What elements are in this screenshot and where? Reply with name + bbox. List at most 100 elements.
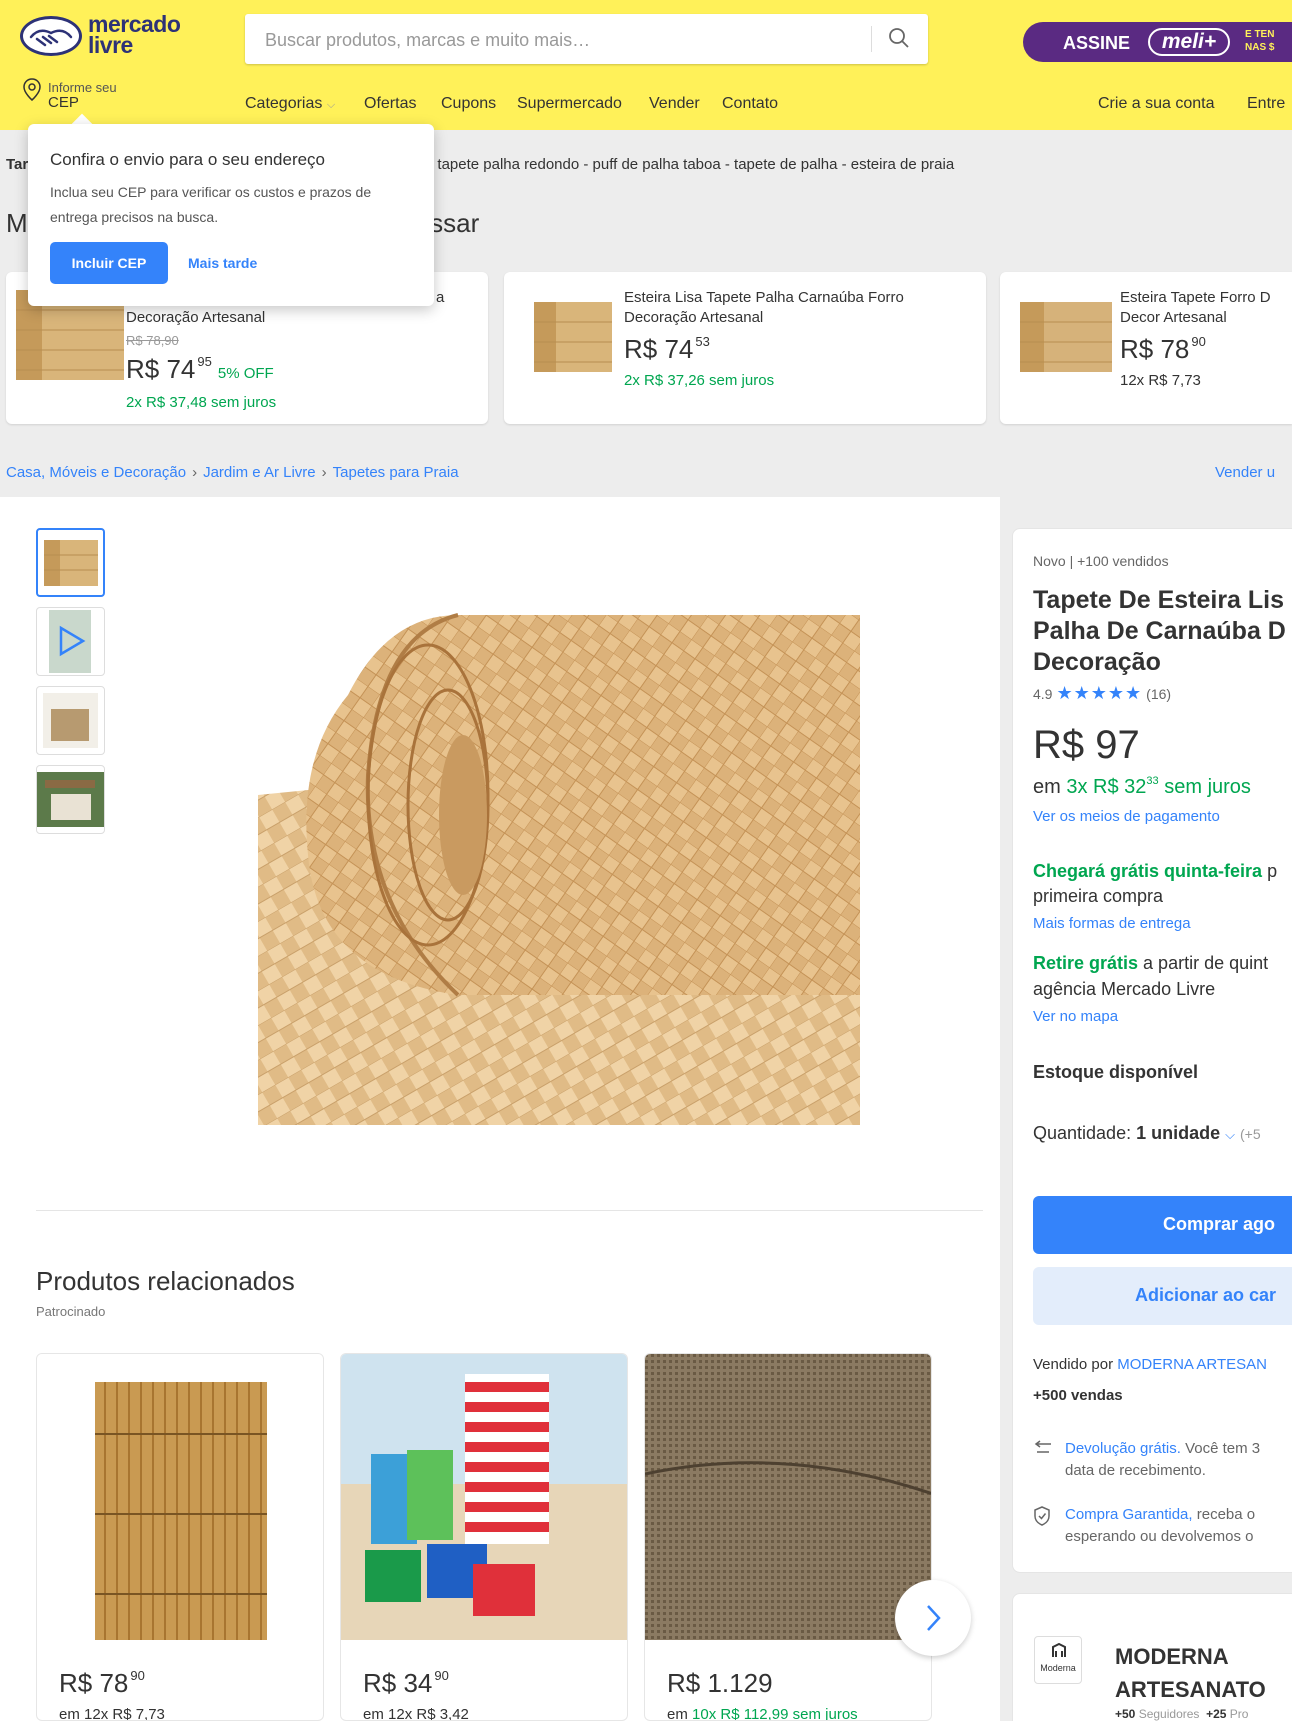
product-image bbox=[37, 1354, 323, 1640]
sold-by: Vendido por MODERNA ARTESAN bbox=[1033, 1356, 1268, 1373]
banner-small-line2: NAS $ bbox=[1245, 42, 1275, 53]
suggested-card[interactable]: Esteira Tapete Forro D Decor Artesanal R$… bbox=[1000, 272, 1292, 424]
related-searches-list[interactable]: lo - tapete palha redondo - puff de palh… bbox=[412, 156, 954, 173]
thumbnail-3[interactable] bbox=[36, 686, 105, 755]
related-product-card[interactable]: R$ 34 90 em 12x R$ 3,42 bbox=[340, 1353, 628, 1721]
seller-logo[interactable]: Moderna bbox=[1034, 1636, 1082, 1684]
breadcrumb-item[interactable]: Casa, Móveis e Decoração bbox=[6, 464, 186, 481]
thumbnail-image bbox=[43, 693, 98, 748]
suggested-price: R$ 74 955% OFF bbox=[126, 354, 274, 384]
nav-supermercado[interactable]: Supermercado bbox=[517, 95, 622, 113]
add-to-cart-button[interactable]: Adicionar ao car bbox=[1033, 1267, 1292, 1325]
include-cep-button[interactable]: Incluir CEP bbox=[50, 242, 168, 284]
suggested-card[interactable]: Esteira Lisa Tapete Palha Carnaúba Forro… bbox=[504, 272, 986, 424]
installments: em 12x R$ 3,42 bbox=[363, 1706, 469, 1721]
seller-link[interactable]: MODERNA ARTESAN bbox=[1117, 1356, 1267, 1373]
related-products-title: Produtos relacionados bbox=[36, 1266, 295, 1296]
mercado-livre-logo[interactable]: mercado livre bbox=[20, 13, 190, 64]
popup-title: Confira o envio para o seu endereço bbox=[50, 150, 326, 169]
pickup-info: Retire grátis a partir de quint bbox=[1033, 953, 1269, 973]
breadcrumb: Casa, Móveis e Decoração › Jardim e Ar Liv… bbox=[6, 464, 459, 481]
assine-label: ASSINE bbox=[1063, 33, 1131, 53]
product-image bbox=[1012, 292, 1120, 382]
chevron-right-icon: › bbox=[321, 464, 327, 481]
chevron-right-icon: › bbox=[192, 464, 198, 481]
condition-sold: Novo | +100 vendidos bbox=[1033, 553, 1169, 569]
nav-ofertas[interactable]: Ofertas bbox=[364, 95, 416, 113]
related-product-card[interactable]: R$ 1.129 em 10x R$ 112,99 sem juros bbox=[644, 1353, 932, 1721]
installments: em 3x R$ 3233 sem juros bbox=[1033, 775, 1251, 798]
thumbnail-1[interactable] bbox=[36, 528, 105, 597]
cep-value: CEP bbox=[48, 94, 79, 111]
old-price: R$ 78,90 bbox=[126, 333, 179, 348]
header: mercado livre Buscar produtos, marcas e … bbox=[0, 0, 1292, 130]
search-icon[interactable] bbox=[888, 27, 910, 54]
suggested-title-fragment: a bbox=[436, 289, 445, 306]
product-title: Tapete De Esteira Lis Palha De Carnaúba … bbox=[1033, 586, 1286, 676]
map-link[interactable]: Ver no mapa bbox=[1033, 1008, 1118, 1025]
product-image bbox=[516, 292, 624, 382]
review-count: (16) bbox=[1146, 686, 1172, 702]
related-searches-label: Tar bbox=[6, 156, 29, 173]
later-button[interactable]: Mais tarde bbox=[188, 255, 257, 271]
nav-contato[interactable]: Contato bbox=[722, 95, 778, 113]
thumbnail-4[interactable] bbox=[36, 765, 105, 834]
related-price: R$ 78 90 bbox=[59, 1668, 145, 1698]
carousel-next-button[interactable] bbox=[895, 1580, 971, 1656]
related-price: R$ 1.129 bbox=[667, 1668, 773, 1698]
search-divider bbox=[871, 26, 872, 52]
product-image bbox=[341, 1354, 627, 1640]
divider bbox=[36, 1210, 983, 1211]
play-icon bbox=[49, 610, 91, 673]
product-image bbox=[645, 1354, 931, 1640]
installments: 12x R$ 7,73 bbox=[1120, 372, 1201, 389]
pickup-info-line2: agência Mercado Livre bbox=[1033, 979, 1216, 999]
installments: 2x R$ 37,26 sem juros bbox=[624, 372, 775, 389]
product-price: R$ 97 bbox=[1033, 723, 1140, 767]
logo-text-line2: livre bbox=[88, 32, 133, 58]
installments: em 10x R$ 112,99 sem juros bbox=[667, 1706, 858, 1721]
search-placeholder: Buscar produtos, marcas e muito mais… bbox=[265, 30, 591, 50]
cep-label: Informe seu bbox=[48, 80, 117, 95]
breadcrumb-item[interactable]: Jardim e Ar Livre bbox=[203, 464, 316, 481]
delivery-info: Chegará grátis quinta-feira p bbox=[1033, 861, 1278, 881]
rating[interactable]: 4.9 ★★★★★ (16) bbox=[1033, 683, 1171, 704]
guarantee-info: Compra Garantida, receba o bbox=[1065, 1506, 1256, 1523]
seller-logo-icon bbox=[1052, 1643, 1066, 1657]
suggested-price: R$ 74 53 bbox=[624, 334, 710, 364]
shield-check-icon bbox=[1033, 1506, 1051, 1531]
chevron-down-icon: ⌵ bbox=[1225, 1127, 1235, 1142]
guarantee-info-line2: esperando ou devolvemos o bbox=[1065, 1528, 1254, 1545]
suggested-title: Decoração Artesanal bbox=[126, 309, 266, 326]
delivery-options-link[interactable]: Mais formas de entrega bbox=[1033, 915, 1191, 932]
seller-logo-text: Moderna bbox=[1040, 1663, 1076, 1673]
stock-status: Estoque disponível bbox=[1033, 1062, 1199, 1082]
search-input[interactable]: Buscar produtos, marcas e muito mais… bbox=[245, 14, 928, 64]
installments: em 12x R$ 7,73 bbox=[59, 1706, 165, 1721]
sponsored-label: Patrocinado bbox=[36, 1304, 106, 1319]
related-price: R$ 34 90 bbox=[363, 1668, 449, 1698]
product-main-image[interactable] bbox=[258, 575, 860, 1125]
quantity-selector[interactable]: Quantidade: 1 unidade ⌵ (+5 bbox=[1033, 1123, 1261, 1144]
meli-plus-banner[interactable]: ASSINE meli+ E TEN NAS $ bbox=[1023, 22, 1292, 62]
handshake-icon bbox=[20, 16, 82, 56]
seller-name[interactable]: MODERNA ARTESANATO bbox=[1115, 1640, 1266, 1706]
nav-login[interactable]: Entre bbox=[1247, 95, 1285, 113]
payment-methods-link[interactable]: Ver os meios de pagamento bbox=[1033, 808, 1220, 825]
nav-vender[interactable]: Vender bbox=[649, 95, 700, 113]
banner-small-line1: E TEN bbox=[1245, 29, 1275, 40]
buy-now-button[interactable]: Comprar ago bbox=[1033, 1196, 1292, 1254]
location-pin-icon bbox=[23, 78, 41, 107]
nav-categorias[interactable]: Categorias ⌵ bbox=[245, 95, 335, 113]
breadcrumb-item[interactable]: Tapetes para Praia bbox=[333, 464, 459, 481]
thumbnail-image bbox=[44, 540, 98, 586]
related-product-card[interactable]: R$ 78 90 em 12x R$ 7,73 bbox=[36, 1353, 324, 1721]
sell-similar-link[interactable]: Vender u bbox=[1215, 464, 1275, 481]
return-info: Devolução grátis. Você tem 3 bbox=[1065, 1440, 1261, 1457]
nav-cupons[interactable]: Cupons bbox=[441, 95, 496, 113]
seller-sales: +500 vendas bbox=[1033, 1387, 1123, 1404]
thumbnail-video[interactable] bbox=[36, 607, 105, 676]
delivery-info-line2: primeira compra bbox=[1033, 886, 1164, 906]
nav-create-account[interactable]: Crie a sua conta bbox=[1098, 95, 1215, 113]
popup-body: Inclua seu CEP para verificar os custos … bbox=[50, 184, 372, 225]
